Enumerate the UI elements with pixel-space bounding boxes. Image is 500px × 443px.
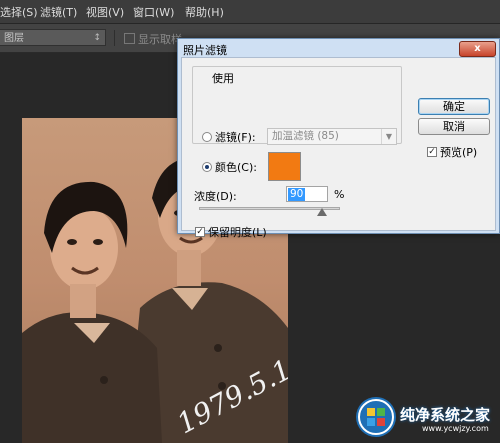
watermark-brand: 纯净系统之家 [400,406,491,424]
menu-view[interactable]: 视图(V) [86,4,124,20]
menu-filter[interactable]: 滤镜(T) [40,4,77,20]
toolbar-divider [114,30,115,46]
density-label: 浓度(D): [194,190,237,203]
color-radio-label: 颜色(C): [215,161,257,174]
sample-layer-value: 图层 [4,33,24,44]
filter-radio[interactable] [202,132,212,142]
color-radio[interactable] [202,162,212,172]
chevron-down-icon: ▼ [381,129,396,144]
density-slider-thumb[interactable] [316,208,327,216]
dialog-client-area: 使用 滤镜(F): 加温滤镜 (85) ▼ 颜色(C): 确定 取消 ✓ 预览(… [181,57,496,239]
color-swatch[interactable] [268,152,301,181]
menu-help[interactable]: 帮助(H) [185,4,224,20]
site-watermark: 纯净系统之家 www.ycwjzy.com [356,397,497,439]
density-unit: % [334,188,345,201]
preview-label: 预览(P) [440,146,478,159]
close-icon: x [474,43,481,54]
filter-radio-label: 滤镜(F): [215,131,256,144]
density-input[interactable]: 90 [286,186,328,202]
show-sampling-ring-label: 显示取样 [138,33,182,46]
density-value: 90 [288,188,306,201]
sample-layer-select[interactable]: 图层 ↕ [0,29,106,46]
watermark-logo-icon [356,397,396,437]
cancel-button-label: 取消 [443,120,465,133]
filter-select-value: 加温滤镜 (85) [272,130,339,142]
preview-checkbox[interactable]: ✓ [427,147,437,157]
ok-button[interactable]: 确定 [418,98,490,115]
watermark-url: www.ycwjzy.com [422,424,489,433]
cancel-button[interactable]: 取消 [418,118,490,135]
photo-filter-dialog: 照片滤镜 x 使用 滤镜(F): 加温滤镜 (85) ▼ 颜色(C): 确定 取… [177,38,500,239]
preserve-luminosity-checkbox[interactable]: ✓ [195,227,205,237]
filter-select[interactable]: 加温滤镜 (85) ▼ [267,128,397,145]
menu-bar: 选择(S) 滤镜(T) 视图(V) 窗口(W) 帮助(H) [0,0,500,24]
show-sampling-ring-checkbox[interactable] [124,33,135,44]
close-button[interactable]: x [459,41,496,57]
dialog-title: 照片滤镜 [183,44,227,57]
use-group-label: 使用 [209,70,237,86]
menu-select[interactable]: 选择(S) [0,4,38,20]
preserve-luminosity-label: 保留明度(L) [208,226,267,239]
chevron-updown-icon: ↕ [93,33,101,43]
ok-button-label: 确定 [443,100,465,113]
menu-window[interactable]: 窗口(W) [133,4,174,20]
